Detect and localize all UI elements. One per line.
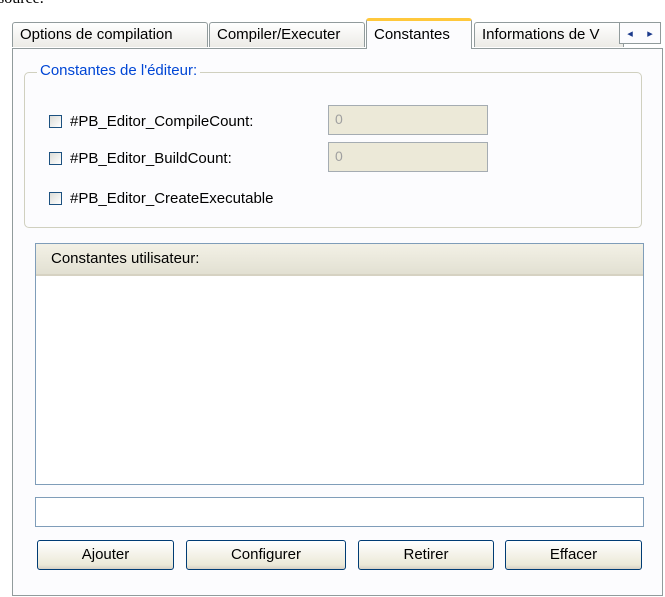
configure-button[interactable]: Configurer [186, 540, 346, 570]
remove-button[interactable]: Retirer [358, 540, 494, 570]
tab-label: Options de compilation [20, 26, 173, 43]
compile-count-field: 0 [328, 105, 488, 135]
tab-label: Compiler/Executer [217, 26, 341, 43]
clear-button[interactable]: Effacer [505, 540, 642, 570]
tab-options-compilation[interactable]: Options de compilation [12, 22, 208, 47]
checkbox-build-count[interactable]: #PB_Editor_BuildCount: [49, 150, 232, 167]
checkbox-box[interactable] [49, 192, 62, 205]
user-constants-list[interactable]: Constantes utilisateur: [35, 243, 644, 485]
tab-informations-version[interactable]: Informations de V [474, 22, 624, 47]
checkbox-create-executable[interactable]: #PB_Editor_CreateExecutable [49, 190, 273, 207]
column-header-label: Constantes utilisateur: [51, 250, 200, 267]
checkbox-label: #PB_Editor_CreateExecutable [70, 190, 274, 207]
checkbox-compile-count[interactable]: #PB_Editor_CompileCount: [49, 113, 253, 130]
tab-compiler-executer[interactable]: Compiler/Executer [209, 22, 365, 47]
tab-label: Constantes [374, 26, 450, 43]
checkbox-label: #PB_Editor_BuildCount: [70, 150, 232, 167]
constant-entry-input[interactable] [35, 497, 644, 527]
header-text: source. [0, 0, 44, 8]
build-count-field: 0 [328, 142, 488, 172]
list-column-header[interactable]: Constantes utilisateur: [36, 244, 643, 276]
checkbox-box[interactable] [49, 115, 62, 128]
tab-label: Informations de V [482, 26, 600, 43]
tab-strip: Options de compilation Compiler/Executer… [12, 18, 663, 49]
checkbox-label: #PB_Editor_CompileCount: [70, 113, 254, 130]
add-button[interactable]: Ajouter [37, 540, 174, 570]
tab-constantes[interactable]: Constantes [366, 18, 472, 49]
scroll-right-icon[interactable]: ▸ [647, 27, 653, 40]
tab-scroll-buttons: ◂ ▸ [619, 22, 661, 44]
checkbox-box[interactable] [49, 152, 62, 165]
editor-constants-title: Constantes de l'éditeur: [37, 62, 201, 79]
scroll-left-icon[interactable]: ◂ [627, 27, 633, 40]
